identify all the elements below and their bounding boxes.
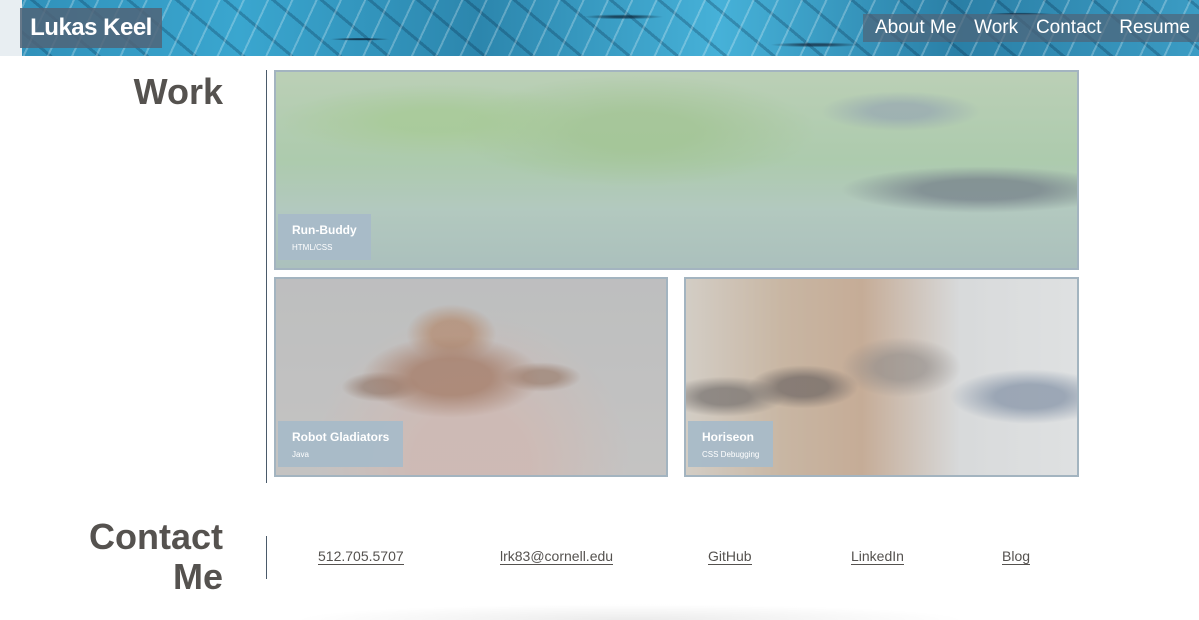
work-divider bbox=[266, 70, 267, 483]
contact-phone-link[interactable]: 512.705.5707 bbox=[318, 548, 404, 565]
contact-email-link[interactable]: lrk83@cornell.edu bbox=[500, 548, 614, 565]
contact-blog-link[interactable]: Blog bbox=[1002, 548, 1031, 565]
project-caption: Horiseon CSS Debugging bbox=[688, 421, 774, 467]
project-card-horiseon[interactable]: Horiseon CSS Debugging bbox=[684, 277, 1079, 477]
header-left-strip bbox=[0, 0, 22, 56]
nav-resume[interactable]: Resume bbox=[1119, 17, 1190, 39]
main-nav: About Me Work Contact Resume bbox=[863, 14, 1199, 42]
project-tech: HTML/CSS bbox=[292, 243, 333, 252]
project-name: Robot Gladiators bbox=[292, 430, 390, 444]
contact-heading-line1: Contact bbox=[89, 516, 223, 557]
nav-work[interactable]: Work bbox=[974, 17, 1018, 39]
contact-heading-line2: Me bbox=[172, 556, 223, 597]
nav-about-me[interactable]: About Me bbox=[875, 17, 956, 39]
work-heading: Work bbox=[133, 71, 223, 112]
site-logo[interactable]: Lukas Keel bbox=[20, 8, 162, 48]
project-tech: Java bbox=[292, 450, 309, 459]
contact-divider bbox=[266, 536, 267, 579]
project-card-run-buddy[interactable]: Run-Buddy HTML/CSS bbox=[274, 70, 1079, 270]
project-name: Run-Buddy bbox=[292, 223, 357, 237]
contact-heading: Contact Me bbox=[89, 517, 223, 597]
footer-shadow bbox=[290, 604, 970, 620]
project-card-robot-gladiators[interactable]: Robot Gladiators Java bbox=[274, 277, 668, 477]
nav-contact[interactable]: Contact bbox=[1036, 17, 1101, 39]
project-caption: Run-Buddy HTML/CSS bbox=[278, 214, 371, 260]
project-caption: Robot Gladiators Java bbox=[278, 421, 404, 467]
contact-linkedin-link[interactable]: LinkedIn bbox=[851, 548, 904, 565]
contact-github-link[interactable]: GitHub bbox=[708, 548, 752, 565]
project-tech: CSS Debugging bbox=[702, 450, 760, 459]
project-name: Horiseon bbox=[702, 430, 755, 444]
